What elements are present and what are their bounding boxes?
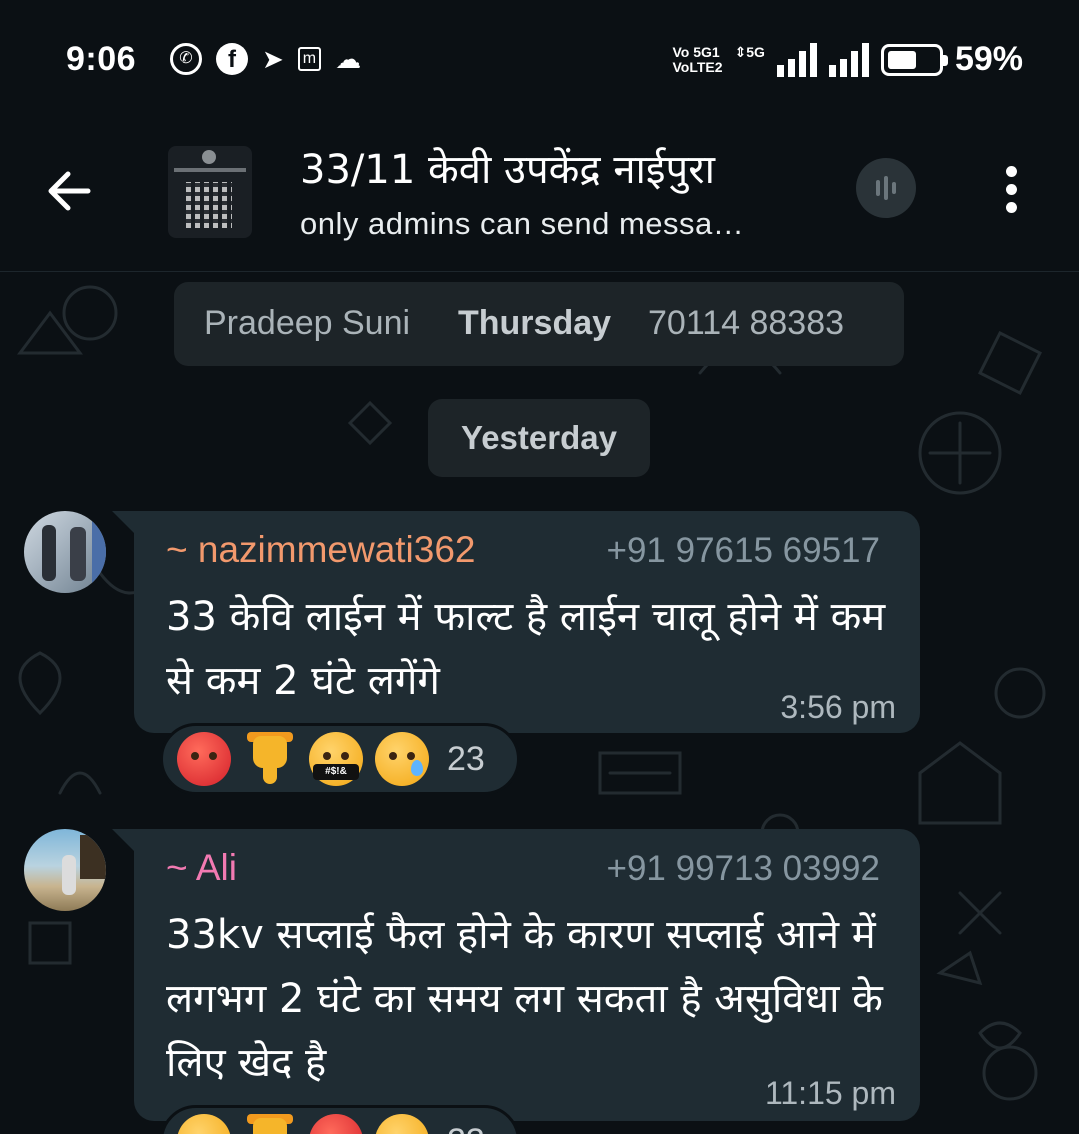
cursing-face-icon — [309, 732, 363, 786]
sender-avatar[interactable] — [24, 829, 106, 911]
more-options-button[interactable] — [990, 160, 1036, 220]
status-time: 9:06 — [66, 40, 137, 78]
battery-percent: 59% — [954, 40, 1023, 78]
message-bubble[interactable]: ~ nazimmewati362 +91 97615 69517 33 केवि… — [112, 511, 920, 733]
cloud-icon: ☁ — [335, 44, 362, 74]
message-text: 33kv सप्लाई फैल होने के कारण सप्लाई आने … — [166, 912, 883, 1086]
thumbs-down-icon — [243, 732, 297, 786]
angry-face-icon — [177, 732, 231, 786]
chat-title[interactable]: 33/11 केवी उपकेंद्र नाईपुरा — [300, 140, 715, 195]
chat-header: 33/11 केवी उपकेंद्र नाईपुरा only admins … — [0, 120, 1079, 272]
message-time: 3:56 pm — [780, 689, 896, 725]
audio-wave-icon — [876, 176, 896, 200]
volte-line-2: VoLTE2 — [672, 58, 723, 75]
angry-face-icon — [309, 1114, 363, 1134]
group-avatar[interactable] — [168, 146, 252, 238]
angry-face-icon — [177, 1114, 231, 1134]
status-bar: 9:06 ✆ f ➤ m ☁ Vo 5G1 VoLTE2 ⇕5G 59% — [0, 0, 1079, 120]
sender-phone: +91 97615 69517 — [606, 531, 880, 570]
signal-icon-2 — [828, 42, 869, 77]
sender-name[interactable]: ~ Ali — [166, 847, 237, 889]
pinned-phone: 70114 88383 — [648, 304, 845, 342]
signal-icon-1 — [776, 42, 817, 77]
sender-name[interactable]: ~ nazimmewati362 — [166, 529, 476, 571]
pinned-day: Thursday — [458, 304, 612, 342]
reactions-bar[interactable]: 23 — [160, 1105, 520, 1134]
message-time: 11:15 pm — [764, 1075, 896, 1111]
chat-subtitle[interactable]: only admins can send messa… — [300, 206, 744, 242]
reactions-bar[interactable]: 23 — [160, 723, 520, 795]
sad-face-icon — [375, 732, 429, 786]
date-separator: Yesterday — [428, 399, 650, 477]
volte-indicator: Vo 5G1 VoLTE2 — [672, 43, 723, 75]
chat-area[interactable]: Pradeep Suni Thursday 70114 88383 Yester… — [0, 273, 1079, 1134]
reaction-count: 23 — [447, 739, 485, 778]
sender-phone: +91 99713 03992 — [606, 849, 880, 888]
qr-code-icon — [186, 182, 232, 228]
network-label: 5G — [746, 44, 765, 60]
reaction-count: 23 — [447, 1122, 485, 1134]
battery-icon — [880, 43, 948, 76]
thumbs-down-icon — [243, 1114, 297, 1134]
telegram-icon: ➤ — [262, 44, 284, 74]
notification-icons: ✆ f ➤ m ☁ — [170, 42, 361, 76]
battery-fill — [887, 50, 916, 69]
voice-chat-button[interactable] — [856, 158, 916, 218]
message-bubble[interactable]: ~ Ali +91 99713 03992 33kv सप्लाई फैल हो… — [112, 829, 920, 1121]
message-text: 33 केवि लाईन में फाल्ट है लाईन चालू होने… — [166, 594, 886, 704]
sad-face-icon — [375, 1114, 429, 1134]
status-right: Vo 5G1 VoLTE2 ⇕5G 59% — [672, 40, 1023, 79]
volte-line-1: Vo 5G1 — [672, 43, 720, 60]
arrow-left-icon — [48, 171, 91, 211]
pinned-message-strip[interactable]: Pradeep Suni Thursday 70114 88383 — [174, 282, 904, 366]
pinned-name: Pradeep Suni — [204, 304, 411, 342]
sender-avatar[interactable] — [24, 511, 106, 593]
network-type: ⇕5G — [734, 44, 765, 60]
m-icon: m — [297, 47, 322, 71]
whatsapp-icon: ✆ — [170, 43, 202, 75]
facebook-icon: f — [216, 43, 248, 75]
back-button[interactable] — [40, 160, 102, 222]
